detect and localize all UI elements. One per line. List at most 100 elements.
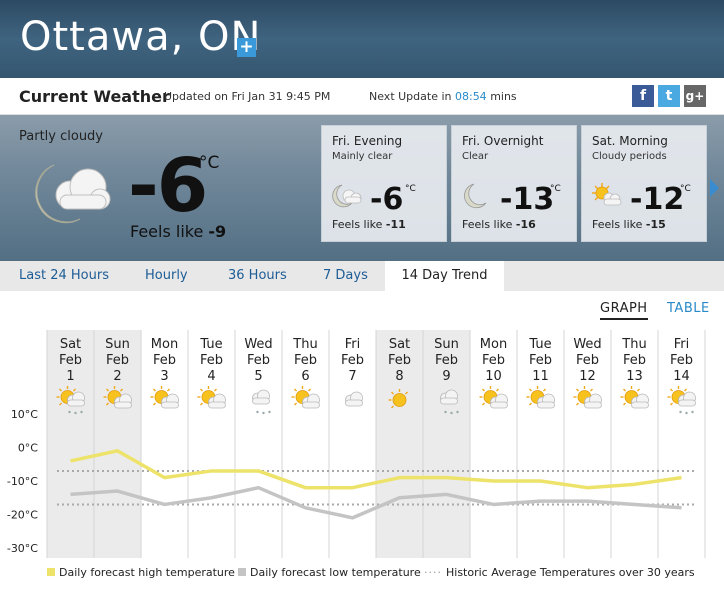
day-label: Tue — [528, 337, 551, 352]
forecast-temp-unit: °C — [680, 184, 691, 194]
y-tick-label: 10°C — [11, 408, 38, 421]
day-label: Feb — [435, 353, 458, 368]
day-label: 1 — [66, 369, 74, 384]
day-label: Feb — [670, 353, 693, 368]
y-tick-label: 0°C — [18, 442, 38, 455]
graph-toggle[interactable]: GRAPH — [600, 301, 648, 320]
legend-high-swatch — [47, 568, 55, 576]
legend-low-swatch — [238, 568, 246, 576]
day-label: Wed — [573, 337, 601, 352]
forecast-period: Fri. Evening — [332, 134, 403, 148]
current-weather-bar: Current Weather Updated on Fri Jan 31 9:… — [0, 78, 724, 115]
day-label: 3 — [160, 369, 168, 384]
forecast-card-fri-evening[interactable]: Fri. Evening Mainly clear -6 °C Feels li… — [321, 125, 447, 242]
twitter-icon[interactable]: t — [658, 85, 680, 107]
forecast-description: Mainly clear — [332, 151, 393, 162]
day-label: Feb — [341, 353, 364, 368]
day-label: 6 — [301, 369, 309, 384]
day-label: 5 — [254, 369, 262, 384]
feels-like-label: Feels like — [332, 218, 383, 231]
google-plus-icon[interactable]: g+ — [684, 85, 706, 107]
next-forecast-arrow-icon[interactable] — [710, 179, 719, 197]
legend-historic: ···· Historic Average Temperatures over 3… — [424, 566, 695, 579]
sun-cloud-icon — [592, 183, 622, 206]
forecast-description: Clear — [462, 151, 489, 162]
day-label: Thu — [292, 337, 317, 352]
forecast-temp: -13 — [500, 182, 555, 217]
y-tick-label: -20°C — [7, 509, 38, 522]
day-label: Feb — [294, 353, 317, 368]
moon-icon — [464, 183, 487, 209]
current-temperature-unit: °C — [199, 153, 220, 173]
sun-cloud-icon — [150, 386, 179, 409]
sun-cloud-icon — [197, 386, 226, 409]
moon-cloud-icon — [35, 164, 111, 224]
tab-36-hours[interactable]: 36 Hours — [228, 261, 287, 291]
sun-cloud-icon — [291, 386, 320, 409]
legend-high-label: Daily forecast high temperature — [59, 566, 235, 579]
day-label: Feb — [247, 353, 270, 368]
current-feels-like: Feels like -9 — [130, 222, 226, 241]
add-location-button[interactable]: + — [237, 38, 256, 57]
table-toggle[interactable]: TABLE — [667, 301, 710, 316]
day-label: 12 — [579, 369, 596, 384]
forecast-tabs: Last 24 Hours Hourly 36 Hours 7 Days 14 … — [0, 261, 724, 291]
day-label: 9 — [442, 369, 450, 384]
day-label: Mon — [480, 337, 507, 352]
y-tick-label: -10°C — [7, 475, 38, 488]
day-label: Feb — [106, 353, 129, 368]
day-label: 10 — [485, 369, 502, 384]
forecast-temp-unit: °C — [405, 184, 416, 194]
day-label: Sun — [434, 337, 459, 352]
facebook-icon[interactable]: f — [632, 85, 654, 107]
next-update: Next Update in 08:54 mins — [369, 90, 517, 103]
tab-hourly[interactable]: Hourly — [145, 261, 188, 291]
14-day-trend-chart: SatFeb1SunFeb2MonFeb3TueFeb4WedFeb5ThuFe… — [7, 330, 706, 558]
day-label: Tue — [199, 337, 222, 352]
day-label: Feb — [200, 353, 223, 368]
day-label: Feb — [529, 353, 552, 368]
day-label: Feb — [153, 353, 176, 368]
next-update-unit: mins — [490, 90, 517, 103]
feels-like-value: -15 — [645, 218, 666, 231]
forecast-temp: -6 — [370, 182, 404, 217]
forecast-temp-unit: °C — [550, 184, 561, 194]
forecast-card-sat-morning[interactable]: Sat. Morning Cloudy periods -12 °C Feels… — [581, 125, 707, 242]
tab-last-24-hours[interactable]: Last 24 Hours — [19, 261, 109, 291]
day-label: 8 — [395, 369, 403, 384]
current-weather-title: Current Weather — [19, 87, 170, 106]
feels-like-value: -9 — [208, 222, 227, 241]
forecast-feels-like: Feels like -16 — [462, 218, 536, 231]
day-label: Wed — [244, 337, 272, 352]
forecast-period: Sat. Morning — [592, 134, 668, 148]
sun-cloud-icon — [573, 386, 602, 409]
day-label: Feb — [59, 353, 82, 368]
legend-low-label: Daily forecast low temperature — [250, 566, 421, 579]
forecast-feels-like: Feels like -15 — [592, 218, 666, 231]
forecast-card-fri-overnight[interactable]: Fri. Overnight Clear -13 °C Feels like -… — [451, 125, 577, 242]
legend-low: Daily forecast low temperature — [238, 566, 421, 579]
sun-cloud-icon — [620, 386, 649, 409]
feels-like-label: Feels like — [130, 222, 204, 241]
tab-7-days[interactable]: 7 Days — [323, 261, 368, 291]
next-update-countdown: 08:54 — [454, 90, 487, 103]
next-update-label: Next Update in — [369, 90, 452, 103]
moon-cloud-icon — [332, 184, 362, 208]
snow-cloud-icon — [252, 389, 271, 415]
snow-cloud-sun-icon — [667, 386, 696, 415]
day-label: 2 — [113, 369, 121, 384]
forecast-feels-like: Feels like -11 — [332, 218, 406, 231]
y-tick-label: -30°C — [7, 542, 38, 555]
tab-14-day-trend[interactable]: 14 Day Trend — [385, 261, 504, 291]
day-label: Thu — [621, 337, 646, 352]
header-banner: Ottawa, ON + — [0, 0, 724, 78]
feels-like-value: -16 — [515, 218, 536, 231]
feels-like-label: Feels like — [592, 218, 643, 231]
day-label: Sun — [105, 337, 130, 352]
legend-historic-label: Historic Average Temperatures over 30 ye… — [446, 566, 695, 579]
day-label: Fri — [345, 337, 361, 352]
day-label: 7 — [348, 369, 356, 384]
legend-high: Daily forecast high temperature — [47, 566, 235, 579]
feels-like-value: -11 — [385, 218, 406, 231]
sun-cloud-icon — [479, 386, 508, 409]
